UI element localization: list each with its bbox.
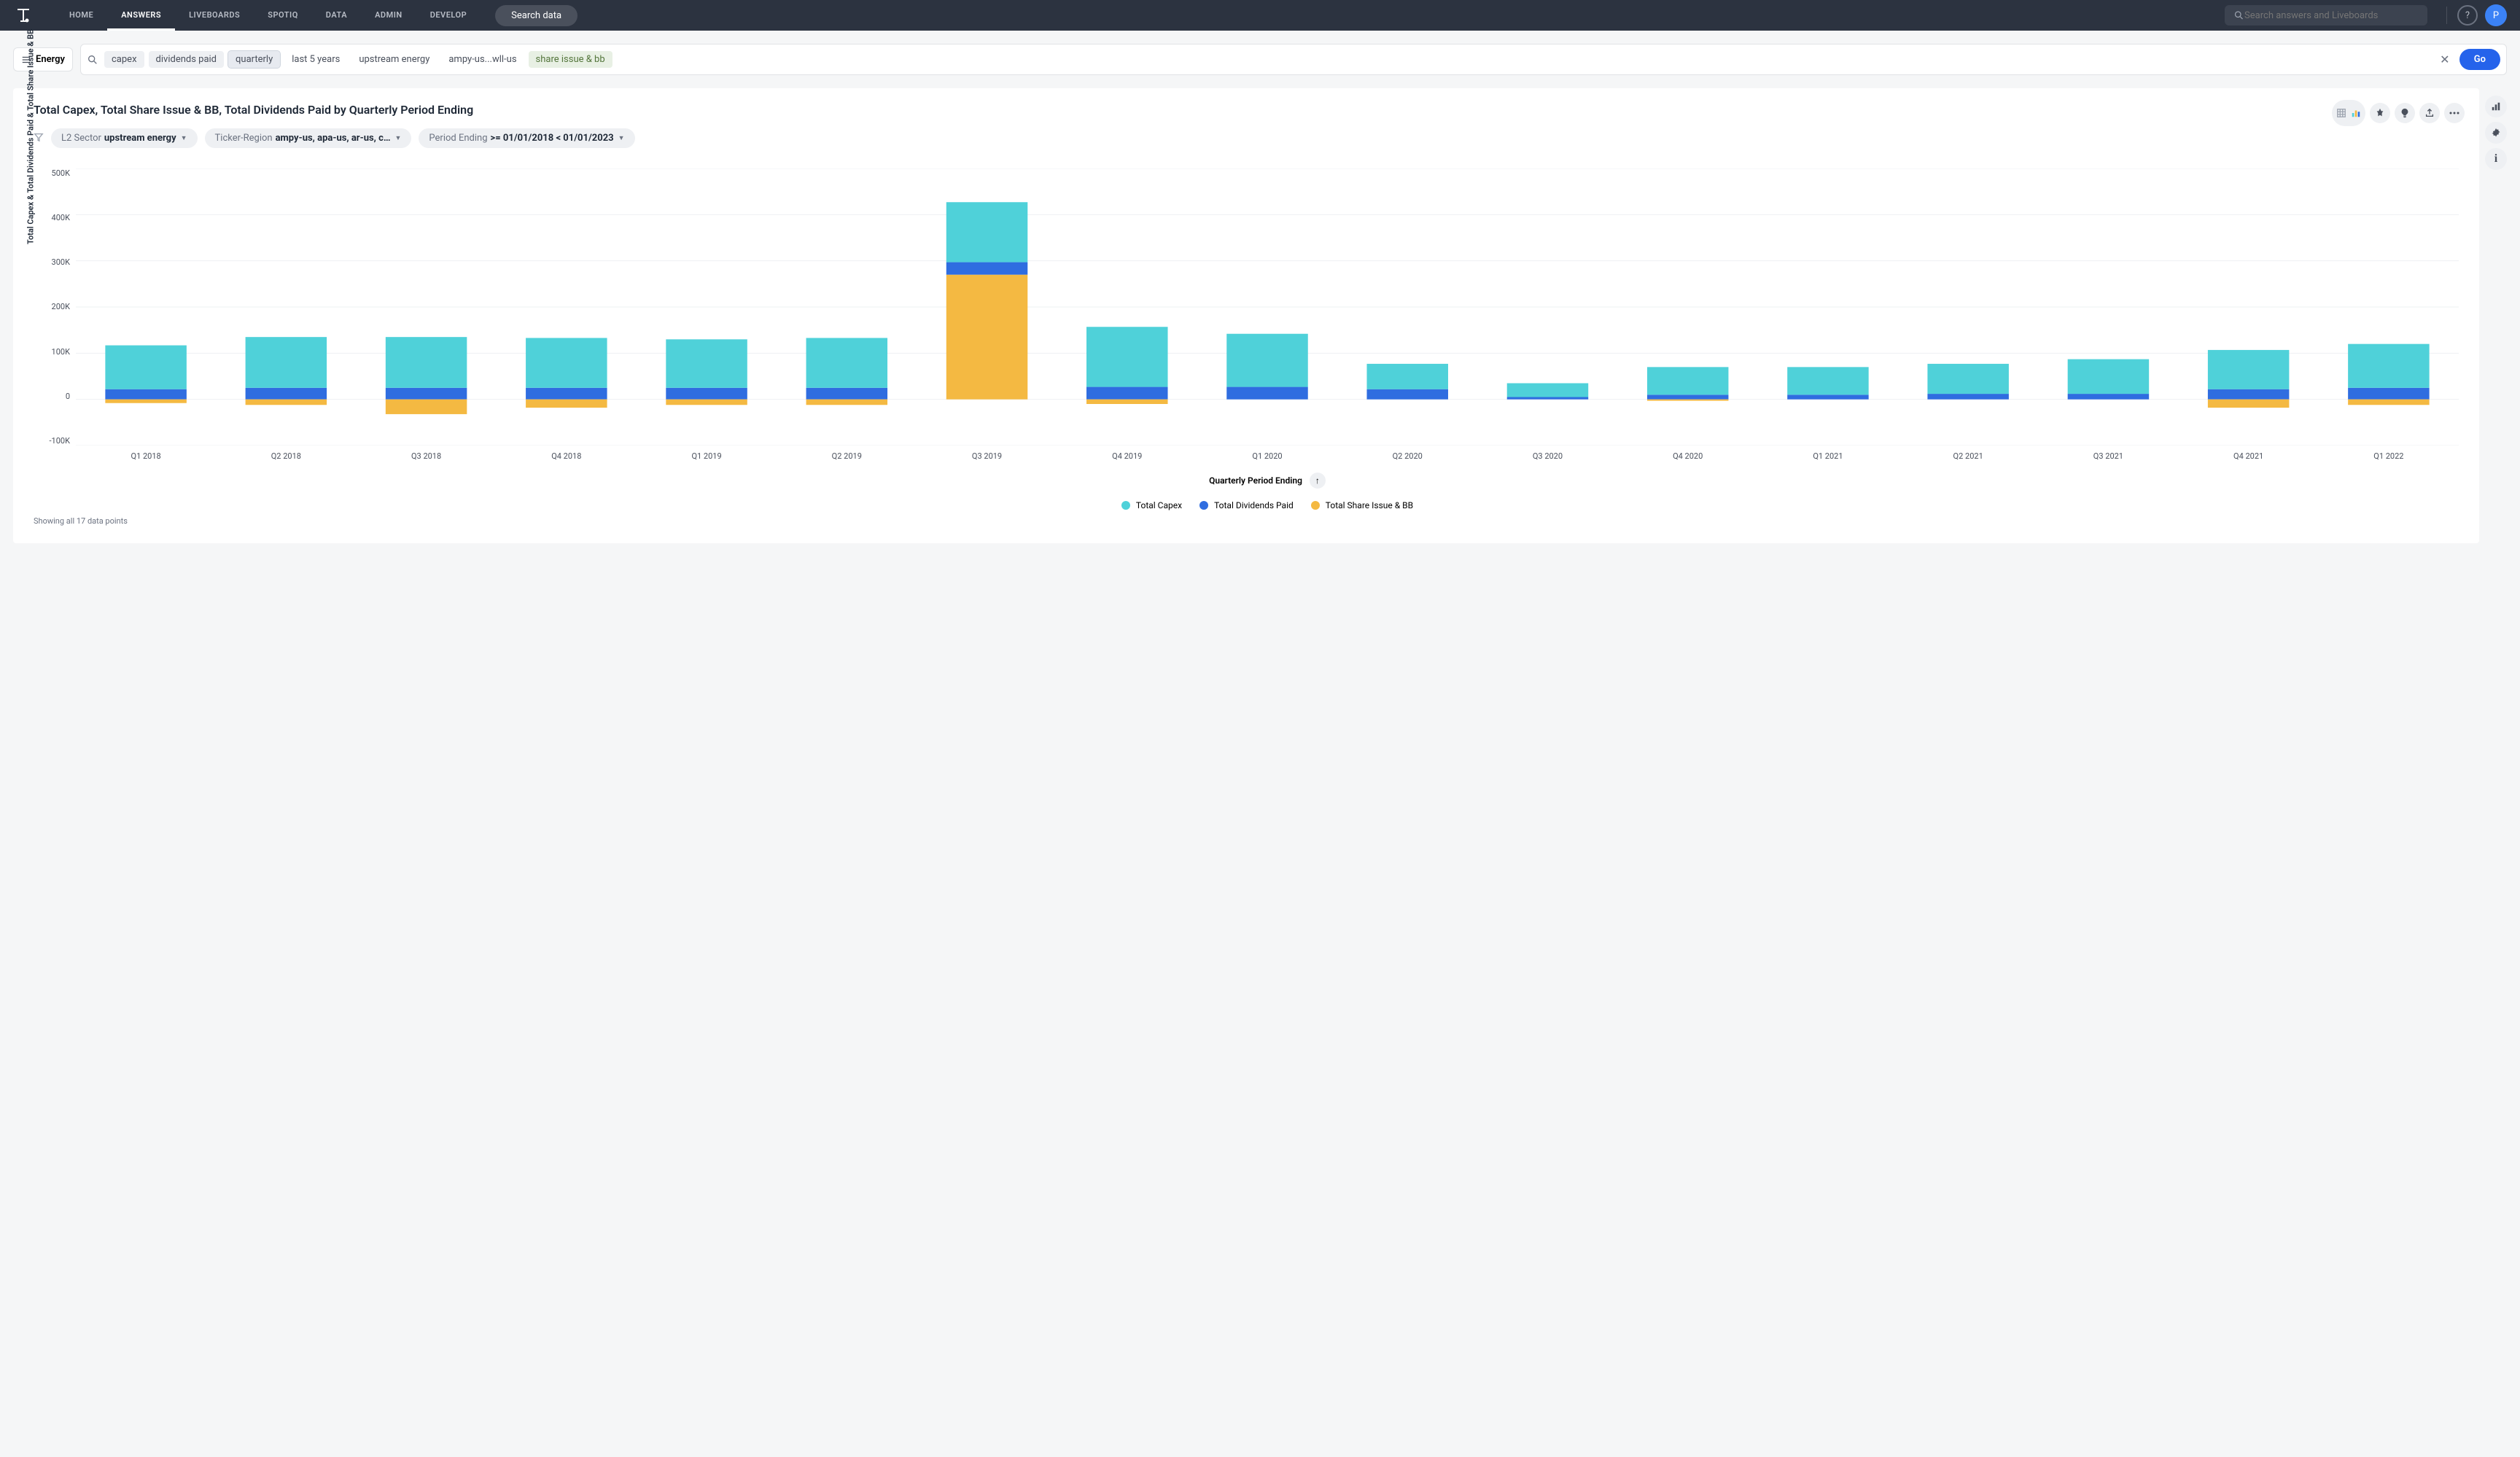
y-tick: 400K [52, 213, 70, 222]
nav-spotiq[interactable]: SPOTIQ [254, 0, 312, 31]
x-axis-ticks: Q1 2018Q2 2018Q3 2018Q4 2018Q1 2019Q2 20… [76, 446, 2459, 461]
x-tick: Q1 2021 [1758, 446, 1898, 461]
global-search[interactable] [2225, 5, 2427, 26]
query-token[interactable]: upstream energy [351, 51, 437, 68]
x-tick: Q4 2018 [497, 446, 637, 461]
x-tick: Q1 2019 [637, 446, 777, 461]
spotiq-button[interactable] [2395, 103, 2415, 123]
filter-chip[interactable]: Ticker-Region ampy-us, apa-us, ar-us, c…… [205, 128, 412, 148]
y-tick: -100K [50, 436, 71, 446]
nav-answers[interactable]: ANSWERS [107, 0, 175, 31]
help-button[interactable]: ? [2457, 5, 2478, 26]
more-button[interactable] [2444, 103, 2465, 123]
x-tick: Q4 2020 [1618, 446, 1758, 461]
go-button[interactable]: Go [2459, 49, 2500, 70]
legend-label: Total Dividends Paid [1214, 500, 1294, 510]
y-axis-ticks: 500K 400K 300K 200K 100K 0 -100K [34, 168, 76, 446]
y-tick: 100K [52, 347, 70, 357]
x-tick: Q3 2021 [2038, 446, 2178, 461]
query-token[interactable]: capex [104, 51, 144, 68]
y-axis-label: Total Capex & Total Dividends Paid & Tot… [26, 29, 36, 244]
x-tick: Q2 2019 [777, 446, 917, 461]
x-tick: Q3 2018 [356, 446, 496, 461]
legend-item[interactable]: Total Dividends Paid [1199, 500, 1294, 510]
query-token[interactable]: ampy-us...wll-us [441, 51, 524, 68]
view-toggle [2332, 100, 2365, 126]
y-tick: 200K [52, 302, 70, 311]
nav-home[interactable]: HOME [55, 0, 107, 31]
x-tick: Q2 2018 [216, 446, 356, 461]
answer-toolbar [2332, 100, 2465, 126]
legend-swatch [1199, 501, 1208, 510]
legend-item[interactable]: Total Share Issue & BB [1311, 500, 1413, 510]
search-data-button[interactable]: Search data [495, 5, 578, 26]
share-button[interactable] [2419, 103, 2440, 123]
y-tick: 300K [52, 257, 70, 267]
y-tick: 500K [52, 168, 70, 178]
info-button[interactable]: i [2485, 148, 2507, 170]
filter-row: L2 Sector upstream energy▼ Ticker-Region … [34, 128, 2459, 148]
nav-admin[interactable]: ADMIN [361, 0, 416, 31]
answer-card: Total Capex, Total Share Issue & BB, Tot… [13, 88, 2479, 543]
bar-chart[interactable] [76, 168, 2459, 446]
filter-chip[interactable]: Period Ending >= 01/01/2018 < 01/01/2023… [419, 128, 634, 148]
legend-swatch [1311, 501, 1320, 510]
edit-chart-button[interactable] [2485, 96, 2507, 117]
settings-button[interactable] [2485, 122, 2507, 144]
y-tick: 0 [66, 392, 70, 401]
app-logo[interactable] [13, 5, 34, 26]
query-tokens: capex dividends paidquarterlylast 5 years… [104, 51, 2430, 68]
filter-chip[interactable]: L2 Sector upstream energy▼ [51, 128, 198, 148]
clear-query-button[interactable]: ✕ [2436, 51, 2454, 69]
legend-label: Total Share Issue & BB [1326, 500, 1413, 510]
query-token[interactable]: quarterly [228, 51, 280, 68]
nav-links: HOMEANSWERSLIVEBOARDSSPOTIQDATAADMINDEVE… [55, 0, 481, 31]
x-tick: Q1 2022 [2319, 446, 2459, 461]
query-token[interactable]: last 5 years [284, 51, 347, 68]
user-avatar[interactable]: P [2485, 4, 2507, 26]
answer-title: Total Capex, Total Share Issue & BB, Tot… [34, 103, 2459, 117]
global-search-input[interactable] [2244, 10, 2419, 21]
search-icon [2233, 9, 2244, 21]
side-toolbar: i [2485, 88, 2507, 170]
search-icon [87, 54, 98, 66]
query-search-bar[interactable]: capex dividends paidquarterlylast 5 years… [80, 44, 2507, 75]
chart-area: Total Capex & Total Dividends Paid & Tot… [34, 168, 2459, 526]
legend-label: Total Capex [1136, 500, 1182, 510]
data-source-selector[interactable]: Energy [13, 47, 73, 71]
query-token[interactable]: dividends paid [149, 51, 224, 68]
sort-axis-button[interactable]: ↑ [1310, 473, 1326, 489]
table-view-button[interactable] [2335, 103, 2348, 123]
data-point-info: Showing all 17 data points [34, 516, 2459, 526]
x-tick: Q4 2021 [2179, 446, 2319, 461]
legend-swatch [1121, 501, 1130, 510]
x-tick: Q3 2019 [917, 446, 1057, 461]
x-tick: Q3 2020 [1477, 446, 1617, 461]
pin-button[interactable] [2370, 103, 2390, 123]
top-nav: HOMEANSWERSLIVEBOARDSSPOTIQDATAADMINDEVE… [0, 0, 2520, 31]
x-tick: Q4 2019 [1057, 446, 1197, 461]
nav-liveboards[interactable]: LIVEBOARDS [175, 0, 254, 31]
x-axis-label: Quarterly Period Ending [1209, 475, 1302, 486]
query-token[interactable]: share issue & bb [529, 51, 612, 68]
chart-legend: Total Capex Total Dividends Paid Total Sha… [76, 500, 2459, 510]
x-tick: Q2 2020 [1337, 446, 1477, 461]
nav-develop[interactable]: DEVELOP [416, 0, 481, 31]
chart-view-button[interactable] [2349, 103, 2362, 123]
divider [2446, 7, 2447, 24]
x-tick: Q1 2018 [76, 446, 216, 461]
nav-data[interactable]: DATA [312, 0, 361, 31]
legend-item[interactable]: Total Capex [1121, 500, 1182, 510]
x-tick: Q1 2020 [1197, 446, 1337, 461]
x-tick: Q2 2021 [1898, 446, 2038, 461]
